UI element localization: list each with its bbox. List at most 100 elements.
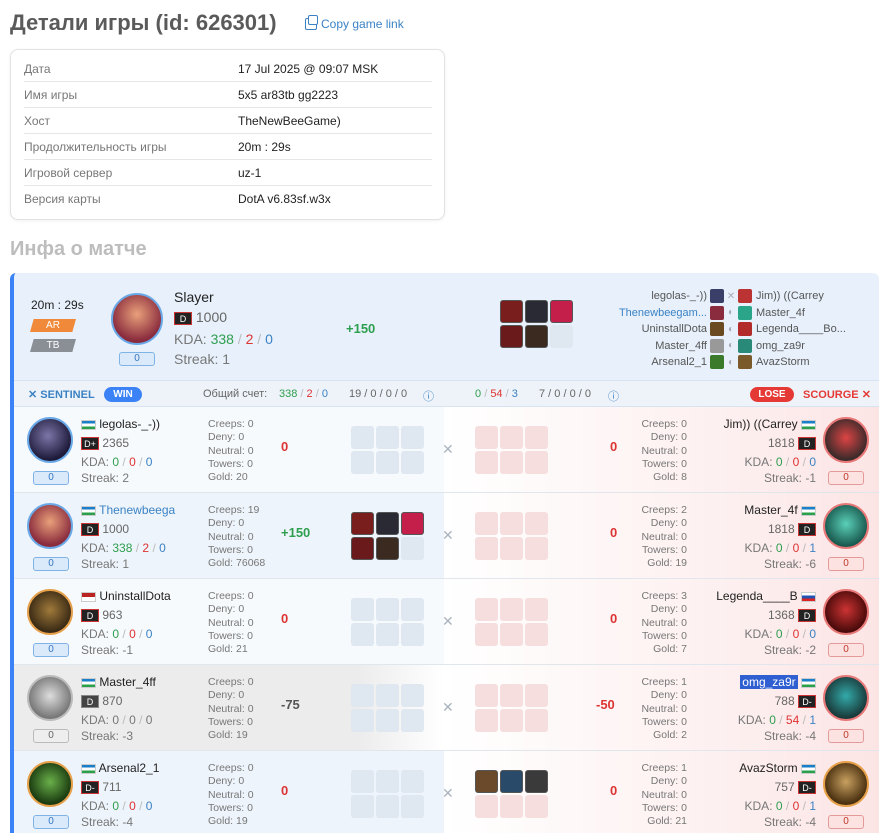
- player-row: 0 UninstallDota D 963 KDA: 0 / 0 / 0 Str…: [14, 579, 879, 665]
- player-name[interactable]: Master_4ff: [99, 675, 155, 689]
- hero-avatar[interactable]: [823, 761, 869, 807]
- hero-avatar[interactable]: [27, 675, 73, 721]
- text: 0: [809, 627, 816, 641]
- item-slot: [475, 709, 498, 732]
- player-name[interactable]: Master_4f: [744, 503, 797, 517]
- lineup-right[interactable]: Master_4f: [756, 307, 805, 319]
- container: UninstallDota: [81, 589, 191, 603]
- text: 2: [681, 504, 687, 516]
- text: 0: [681, 629, 687, 642]
- farm-stats: Creeps: 19 Deny: 0 Neutral: 0 Towers: 0 Gold…: [208, 504, 265, 570]
- text: 0: [145, 627, 153, 641]
- item-slot[interactable]: [550, 300, 573, 323]
- player-name[interactable]: AvazStorm: [739, 761, 797, 775]
- text: KDA:: [81, 799, 110, 813]
- player-name[interactable]: UninstallDota: [99, 589, 170, 603]
- lineup-right[interactable]: omg_za9r: [756, 340, 805, 352]
- rank-badge: D-: [798, 781, 816, 795]
- item-slot[interactable]: [500, 300, 523, 323]
- match-duration: 20m : 29s: [31, 298, 84, 312]
- hero-avatar[interactable]: [823, 417, 869, 463]
- rank-badge: D-: [81, 781, 99, 795]
- container: /: [802, 455, 806, 469]
- container: [738, 338, 752, 353]
- text: Gold:: [653, 643, 679, 656]
- scourge-stats: 7 / 0 / 0 / 0: [539, 388, 591, 400]
- lineup-left[interactable]: UninstallDota: [612, 323, 707, 335]
- text: 0: [247, 418, 254, 430]
- rank-badge: D-: [798, 695, 816, 709]
- container: 757 D-: [749, 780, 816, 795]
- hero-avatar[interactable]: [823, 503, 869, 549]
- item-slot[interactable]: [525, 300, 548, 323]
- container: Neutral: 0: [208, 445, 254, 458]
- text: Gold:: [208, 729, 234, 742]
- player-name[interactable]: Jim)) ((Carrey: [724, 417, 798, 431]
- text: Creeps:: [641, 418, 679, 430]
- container: Gold: 7: [626, 643, 687, 656]
- hero-avatar[interactable]: [27, 761, 73, 807]
- flag-icon: [81, 677, 96, 688]
- lineup-right[interactable]: Jim)) ((Carrey: [756, 290, 824, 302]
- copy-game-link[interactable]: Copy game link: [305, 15, 404, 31]
- container: Deny: 0: [208, 689, 254, 702]
- item-slot[interactable]: [525, 325, 548, 348]
- info-icon[interactable]: ⓘ: [423, 388, 434, 404]
- text: 338: [279, 388, 298, 400]
- player-name[interactable]: Arsenal2_1: [99, 761, 160, 775]
- text: 0: [792, 541, 800, 555]
- text: 0: [681, 418, 687, 430]
- match-panel: 20m : 29s AR TB 0 Slayer D 1000 KDA: 338…: [10, 273, 879, 833]
- lineup-left[interactable]: Master_4ff: [612, 340, 707, 352]
- player-name[interactable]: legolas-_-)): [99, 417, 160, 431]
- player-name[interactable]: Thenewbeega: [99, 503, 175, 517]
- player-rating: 711: [102, 780, 122, 794]
- item-grid: [475, 770, 548, 818]
- item-grid: [475, 684, 548, 732]
- info-value: uz-1: [238, 165, 262, 180]
- lineup-left[interactable]: Thenewbeegam...: [612, 307, 707, 319]
- text: Towers:: [208, 801, 245, 814]
- item-slot: [500, 451, 523, 474]
- hero-avatar[interactable]: [27, 503, 73, 549]
- info-icon[interactable]: ⓘ: [608, 388, 619, 404]
- hero-avatar[interactable]: [27, 417, 73, 463]
- container: /: [257, 331, 262, 347]
- container: 1818 D: [749, 522, 816, 537]
- sentinel-stats: 19 / 0 / 0 / 0: [349, 388, 408, 400]
- container: Deny: 0: [626, 775, 687, 788]
- item-slot: [351, 709, 374, 732]
- text: 0: [775, 455, 783, 469]
- item-slot: [525, 537, 548, 560]
- hero-avatar[interactable]: [27, 589, 73, 635]
- text: 0: [809, 455, 816, 469]
- lineup-right[interactable]: Legenda____Bo...: [756, 323, 846, 335]
- text: 21: [236, 643, 248, 656]
- item-slot: [475, 795, 498, 818]
- hero-avatar[interactable]: [823, 589, 869, 635]
- level-badge: 0: [828, 557, 864, 571]
- container: [710, 289, 724, 304]
- container: Gold: 19: [626, 557, 687, 570]
- hero-avatar[interactable]: [111, 293, 163, 345]
- rating-gain: 0: [281, 439, 289, 454]
- container: ✕: [726, 290, 736, 302]
- item-slot[interactable]: [550, 325, 573, 348]
- text: 1: [681, 762, 687, 774]
- container: /: [785, 799, 790, 813]
- container: /: [505, 388, 509, 400]
- hero-avatar[interactable]: [823, 675, 869, 721]
- item-slot: [351, 770, 374, 793]
- container: [710, 355, 724, 370]
- player-name[interactable]: Legenda____B: [716, 589, 797, 603]
- player-name[interactable]: omg_za9r: [740, 675, 798, 689]
- lineup-left[interactable]: Arsenal2_1: [612, 356, 707, 368]
- lineup-left[interactable]: legolas-_-)): [612, 290, 707, 302]
- rank-badge: D: [81, 523, 99, 537]
- text: 0: [247, 590, 254, 602]
- item-slot: [475, 537, 498, 560]
- player-name[interactable]: Slayer: [174, 289, 214, 305]
- rank-badge: D: [81, 695, 99, 709]
- lineup-right[interactable]: AvazStorm: [756, 356, 810, 368]
- item-slot[interactable]: [500, 325, 523, 348]
